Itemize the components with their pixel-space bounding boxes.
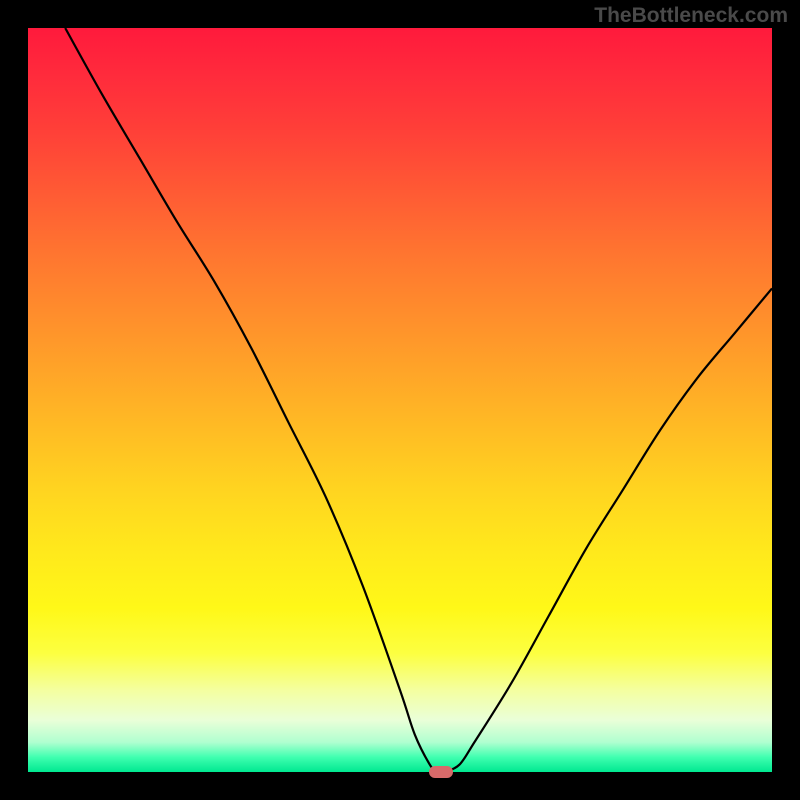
bottleneck-curve [65,28,772,772]
chart-container: TheBottleneck.com [0,0,800,800]
optimal-marker [429,766,453,778]
plot-area [28,28,772,772]
curve-svg [28,28,772,772]
watermark-text: TheBottleneck.com [594,4,788,28]
